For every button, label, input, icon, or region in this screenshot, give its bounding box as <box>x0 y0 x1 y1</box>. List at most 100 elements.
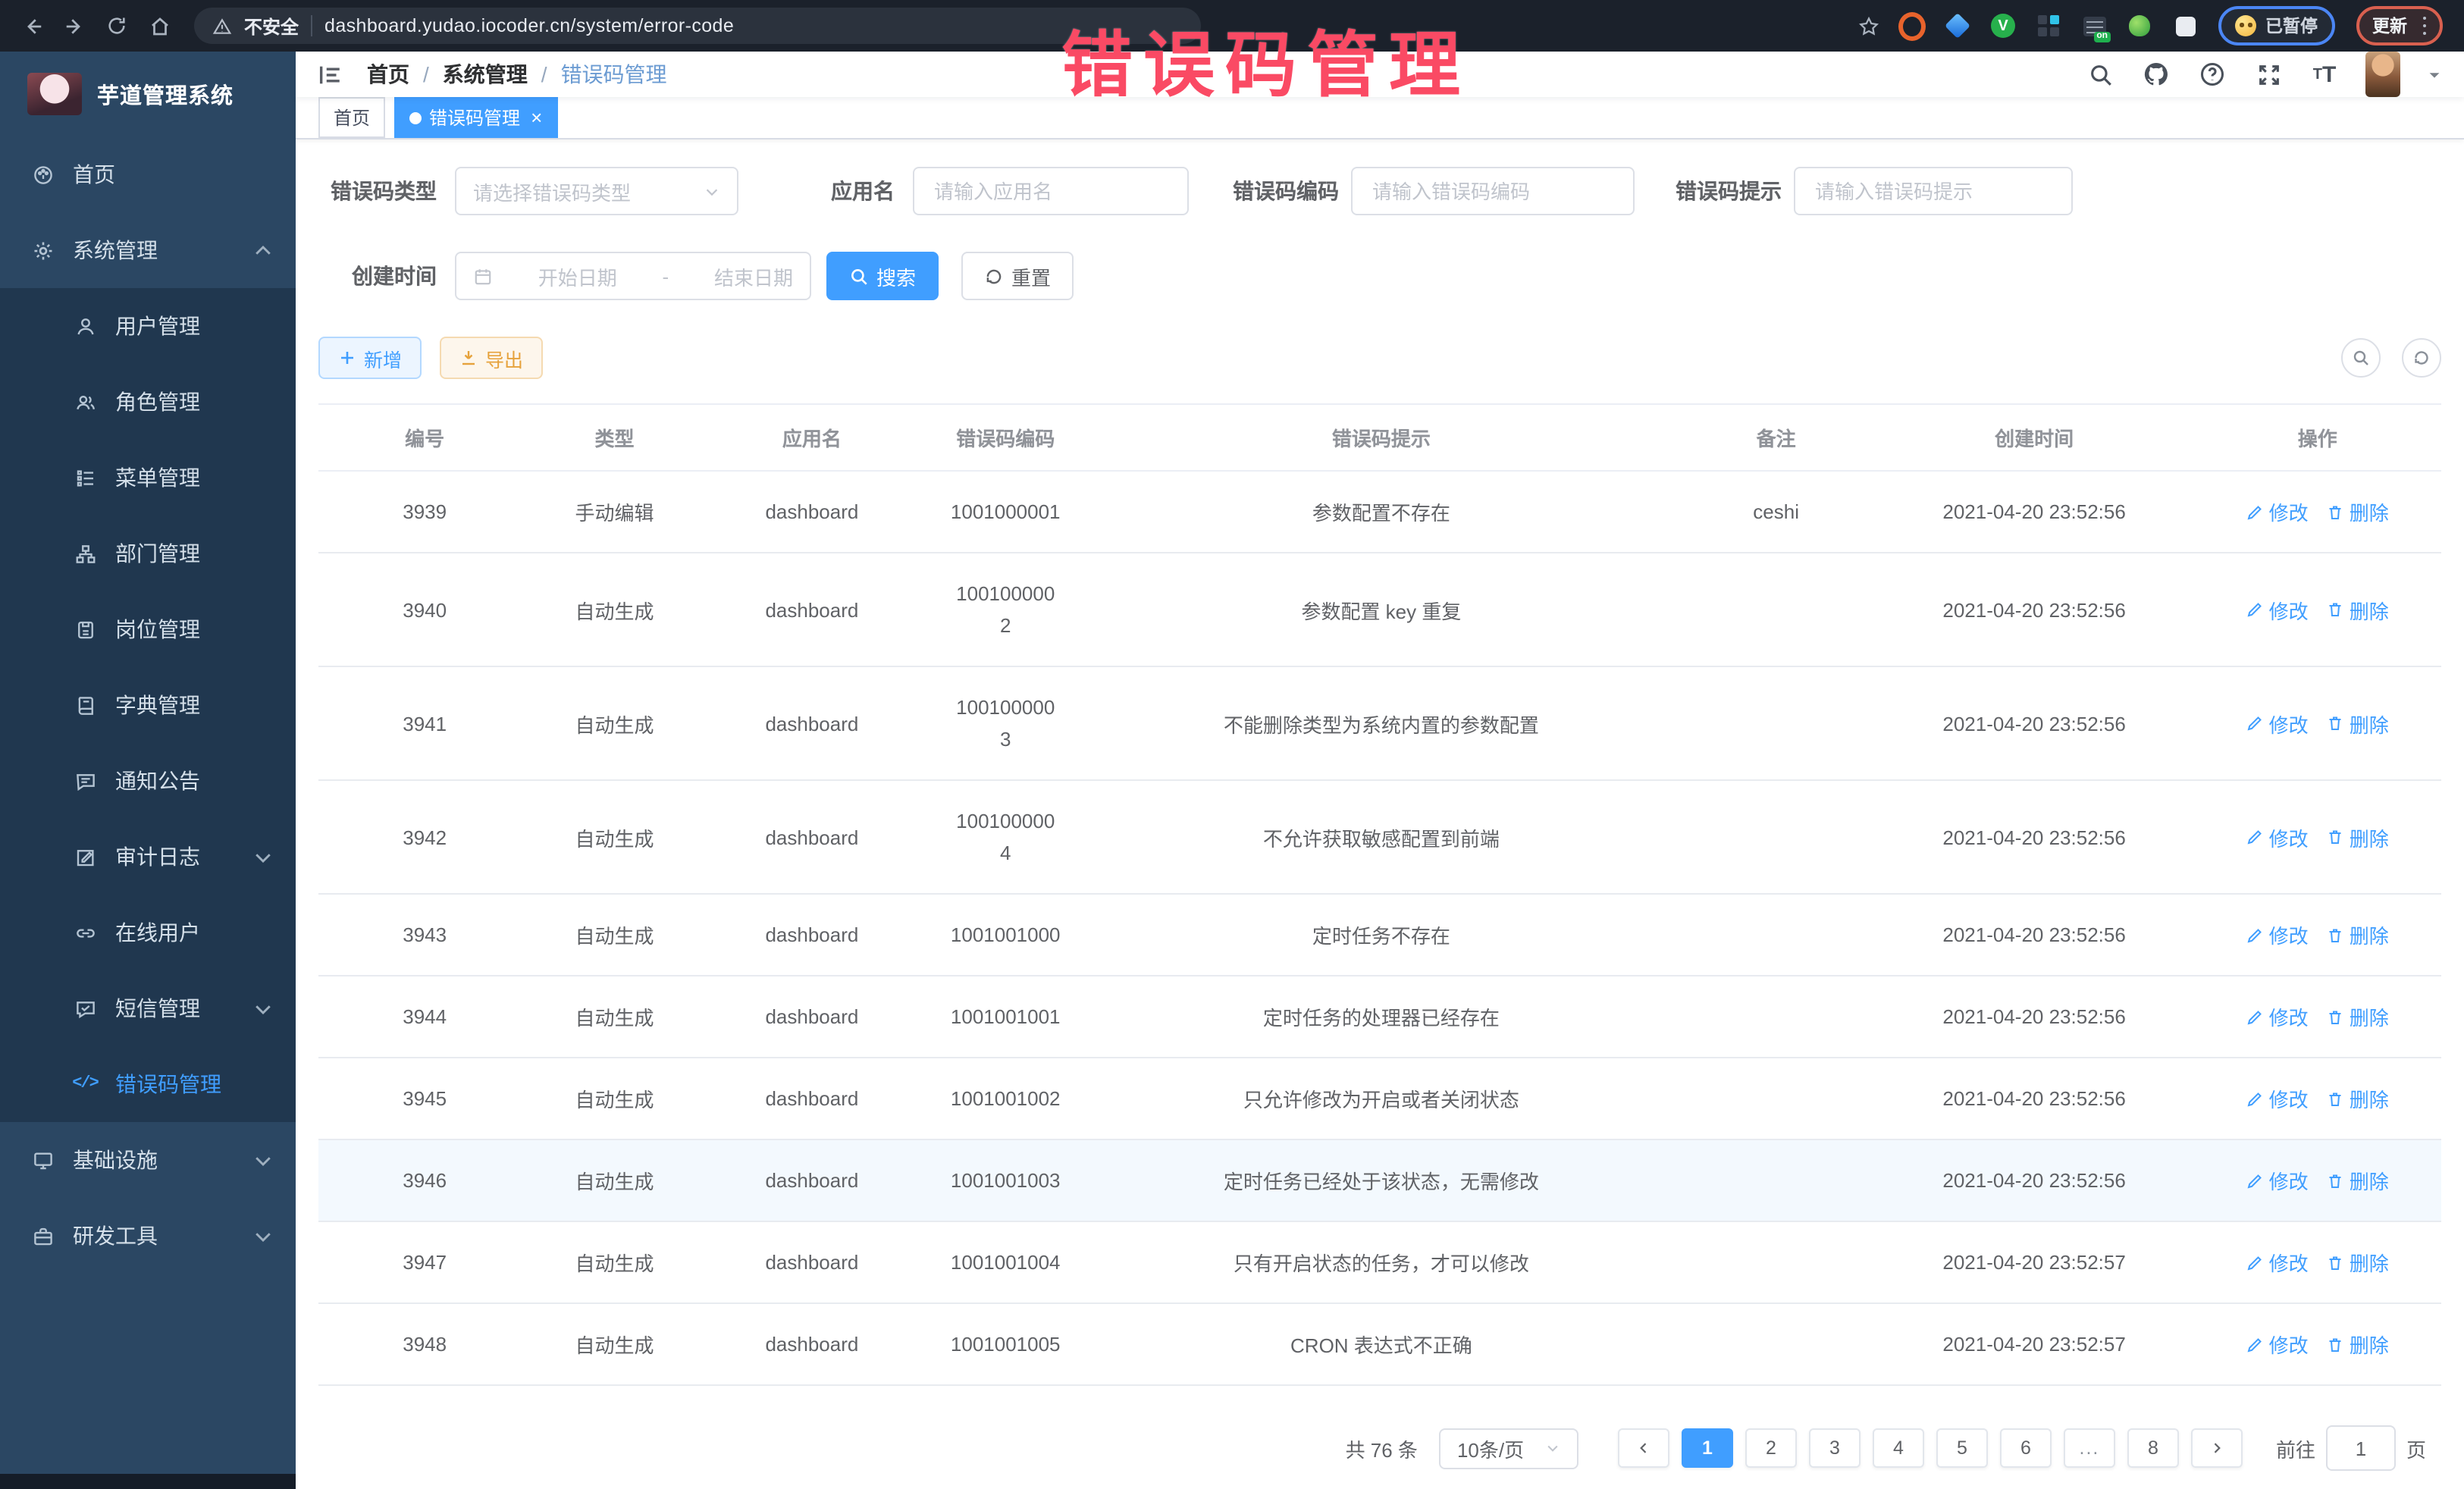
sidebar-item-5[interactable]: 部门管理 <box>0 516 296 591</box>
font-size-icon[interactable]: TT <box>2309 59 2340 89</box>
star-icon[interactable] <box>1851 9 1885 42</box>
cell-remark <box>1677 976 1874 1058</box>
tag-error-code[interactable]: 错误码管理 × <box>394 97 557 138</box>
edit-link[interactable]: 修改 <box>2246 1248 2309 1277</box>
search-icon[interactable] <box>2085 59 2115 89</box>
extension-ring-icon[interactable] <box>1898 12 1926 39</box>
next-page-button[interactable] <box>2191 1428 2243 1468</box>
sidebar-item-13[interactable]: 基础设施 <box>0 1122 296 1198</box>
delete-link[interactable]: 删除 <box>2327 1084 2389 1113</box>
app-logo[interactable]: 芋道管理系统 <box>0 52 296 136</box>
forward-icon[interactable] <box>58 9 91 42</box>
sidebar-item-7[interactable]: 字典管理 <box>0 667 296 743</box>
browser-profile-badge[interactable]: 已暂停 <box>2218 6 2334 45</box>
delete-link[interactable]: 删除 <box>2327 1330 2389 1359</box>
extension-list-on-icon[interactable]: on <box>2080 12 2108 39</box>
browser-menu-icon[interactable] <box>2422 17 2426 36</box>
edit-link[interactable]: 修改 <box>2246 920 2309 949</box>
sidebar-item-12-active[interactable]: </>错误码管理 <box>0 1046 296 1122</box>
page-button-8[interactable]: 8 <box>2127 1428 2179 1468</box>
page-button-1[interactable]: 1 <box>1682 1428 1733 1468</box>
toggle-search-icon[interactable] <box>2341 338 2381 378</box>
cell-id: 3944 <box>318 976 531 1058</box>
sidebar-item-8[interactable]: 通知公告 <box>0 743 296 819</box>
total-count: 共 76 条 <box>1346 1434 1418 1462</box>
extension-puzzle-icon[interactable] <box>2171 12 2199 39</box>
extension-gem-icon[interactable] <box>1944 12 1971 39</box>
fullscreen-icon[interactable] <box>2253 59 2284 89</box>
sidebar-item-11[interactable]: 短信管理 <box>0 970 296 1046</box>
sidebar-item-3[interactable]: 角色管理 <box>0 364 296 440</box>
goto-page-input[interactable] <box>2326 1425 2396 1471</box>
reset-button[interactable]: 重置 <box>961 252 1074 300</box>
error-hint-input[interactable] <box>1794 167 2073 215</box>
sidebar-item-4[interactable]: 菜单管理 <box>0 440 296 516</box>
edit-link[interactable]: 修改 <box>2246 1084 2309 1113</box>
avatar[interactable] <box>2365 52 2400 97</box>
delete-link[interactable]: 删除 <box>2327 1166 2389 1195</box>
cell-code: 1001001002 <box>926 1058 1085 1139</box>
edit-link[interactable]: 修改 <box>2246 497 2309 526</box>
tag-home[interactable]: 首页 <box>318 97 385 138</box>
extension-frog-icon[interactable] <box>2126 12 2153 39</box>
extension-v-icon[interactable]: V <box>1989 12 2017 39</box>
edit-link[interactable]: 修改 <box>2246 823 2309 851</box>
more-pages-button[interactable]: ... <box>2064 1428 2115 1468</box>
sidebar-item-6[interactable]: 岗位管理 <box>0 591 296 667</box>
search-button[interactable]: 搜索 <box>826 252 939 300</box>
page-button-5[interactable]: 5 <box>1936 1428 1988 1468</box>
delete-link[interactable]: 删除 <box>2327 709 2389 738</box>
page-size-select[interactable]: 10条/页 <box>1439 1428 1578 1469</box>
delete-link[interactable]: 删除 <box>2327 595 2389 624</box>
refresh-icon[interactable] <box>2402 338 2441 378</box>
edit-link[interactable]: 修改 <box>2246 1166 2309 1195</box>
page-button-4[interactable]: 4 <box>1873 1428 1924 1468</box>
sidebar-item-2[interactable]: 用户管理 <box>0 288 296 364</box>
add-button[interactable]: 新增 <box>318 337 422 379</box>
address-bar[interactable]: 不安全 dashboard.yudao.iocoder.cn/system/er… <box>194 8 1201 44</box>
sidebar-item-0[interactable]: 首页 <box>0 136 296 212</box>
sidebar-item-10[interactable]: 在线用户 <box>0 895 296 970</box>
page-button-6[interactable]: 6 <box>2000 1428 2052 1468</box>
app-name-input[interactable] <box>913 167 1189 215</box>
browser-update-button[interactable]: 更新 <box>2356 6 2443 45</box>
delete-link[interactable]: 删除 <box>2327 497 2389 526</box>
back-icon[interactable] <box>15 9 49 42</box>
close-icon[interactable]: × <box>531 108 542 127</box>
breadcrumb-system[interactable]: 系统管理 <box>443 59 528 89</box>
github-icon[interactable] <box>2141 59 2171 89</box>
sidebar-item-1[interactable]: 系统管理 <box>0 212 296 288</box>
sidebar-item-14[interactable]: 研发工具 <box>0 1198 296 1274</box>
error-type-select[interactable]: 请选择错误码类型 <box>455 167 738 215</box>
profile-avatar-icon <box>2235 15 2256 36</box>
delete-link[interactable]: 删除 <box>2327 1002 2389 1031</box>
delete-link[interactable]: 删除 <box>2327 823 2389 851</box>
delete-link[interactable]: 删除 <box>2327 1248 2389 1277</box>
app-name-field[interactable] <box>931 178 1171 204</box>
error-hint-field[interactable] <box>1812 178 2055 204</box>
caret-down-icon[interactable] <box>2426 66 2443 83</box>
help-icon[interactable] <box>2197 59 2227 89</box>
sidebar-item-9[interactable]: 审计日志 <box>0 819 296 895</box>
delete-link[interactable]: 删除 <box>2327 920 2389 949</box>
extension-grid-icon[interactable] <box>2035 12 2062 39</box>
home-icon[interactable] <box>143 9 176 42</box>
date-range-picker[interactable]: 开始日期 - 结束日期 <box>455 252 811 300</box>
export-button[interactable]: 导出 <box>440 337 543 379</box>
edit-link[interactable]: 修改 <box>2246 595 2309 624</box>
error-code-input[interactable] <box>1351 167 1635 215</box>
error-code-field[interactable] <box>1369 178 1616 204</box>
edit-icon <box>2246 1171 2265 1190</box>
menu-list-icon <box>73 466 97 490</box>
edit-link[interactable]: 修改 <box>2246 1330 2309 1359</box>
edit-link[interactable]: 修改 <box>2246 709 2309 738</box>
cell-create-time: 2021-04-20 23:52:56 <box>1875 976 2194 1058</box>
edit-link[interactable]: 修改 <box>2246 1002 2309 1031</box>
hamburger-icon[interactable] <box>317 61 343 87</box>
reload-icon[interactable] <box>100 9 133 42</box>
cell-app: dashboard <box>698 780 926 894</box>
page-button-3[interactable]: 3 <box>1809 1428 1861 1468</box>
prev-page-button[interactable] <box>1618 1428 1669 1468</box>
breadcrumb-home[interactable]: 首页 <box>367 59 409 89</box>
page-button-2[interactable]: 2 <box>1745 1428 1797 1468</box>
